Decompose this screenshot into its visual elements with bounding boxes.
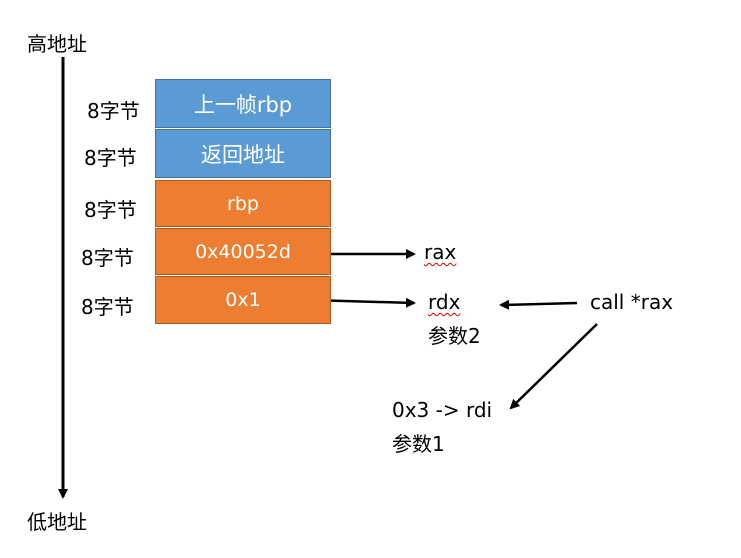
stack-slot-prev-rbp: 上一帧rbp [155,79,331,128]
arg1-label: 参数1 [392,432,445,456]
arrow-call-to-rdi [509,323,598,410]
stack-slot-text: 0x1 [225,289,261,311]
low-address-label: 低地址 [27,510,87,534]
stack-slot-arg: 0x1 [155,276,331,324]
call-instruction-label: call *rax [590,290,673,314]
stack-slot-function-pointer: 0x40052d [155,228,331,275]
size-label-2: 8字节 [84,198,137,222]
size-label-4: 8字节 [81,295,134,319]
stack-slot-text: 0x40052d [195,240,291,263]
high-address-label: 高地址 [27,32,87,56]
stack-slot-return-address: 返回地址 [155,129,331,178]
stack-slot-text: rbp [227,192,259,215]
call-instruction-text: call *rax [590,290,674,314]
arrow-call-to-rdx [499,299,578,310]
size-label-3: 8字节 [81,246,134,270]
arg2-label: 参数2 [428,324,481,348]
arrows-layer [58,57,598,499]
stack-slot-rbp: rbp [155,180,331,227]
rdx-label: rdx [428,290,461,314]
rax-label: rax [424,240,457,264]
size-label-0: 8字节 [87,99,140,123]
size-label-1: 8字节 [84,146,137,170]
stack-slot-text: 上一帧rbp [193,92,293,117]
rdi-label: 0x3 -> rdi [392,398,493,422]
stack-slot-text: 返回地址 [201,142,285,167]
